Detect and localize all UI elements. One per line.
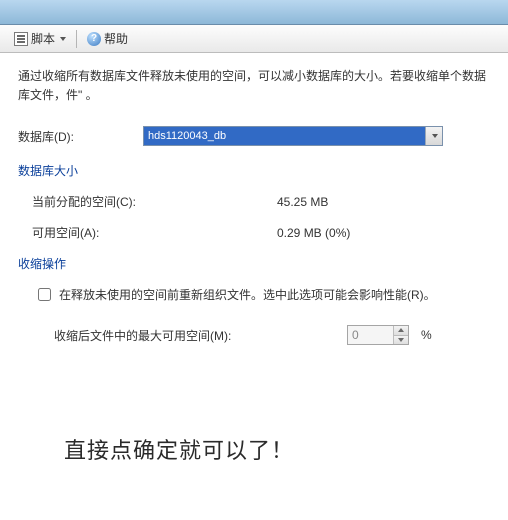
script-menu-label: 脚本 (31, 30, 55, 47)
script-menu[interactable]: 脚本 (8, 28, 72, 49)
shrink-section-header: 收缩操作 (18, 255, 490, 272)
max-space-row: 收缩后文件中的最大可用空间(M): % (54, 325, 490, 345)
max-space-spinner[interactable] (347, 325, 409, 345)
help-menu-label: 帮助 (104, 30, 128, 47)
allocated-space-row: 当前分配的空间(C): 45.25 MB (32, 193, 490, 210)
database-row: 数据库(D): hds1120043_db (18, 126, 490, 146)
intro-text: 通过收缩所有数据库文件释放未使用的空间，可以减小数据库的大小。若要收缩单个数据库… (18, 67, 490, 104)
database-select-value: hds1120043_db (144, 127, 425, 145)
reorganize-checkbox[interactable] (38, 288, 51, 301)
database-select-button[interactable] (425, 127, 442, 145)
dialog-content: 通过收缩所有数据库文件释放未使用的空间，可以减小数据库的大小。若要收缩单个数据库… (0, 53, 508, 475)
available-space-label: 可用空间(A): (32, 224, 277, 241)
available-space-value: 0.29 MB (0%) (277, 226, 350, 240)
spinner-down-button[interactable] (394, 336, 408, 345)
toolbar-separator (76, 30, 77, 48)
allocated-space-value: 45.25 MB (277, 195, 328, 209)
max-space-label: 收缩后文件中的最大可用空间(M): (54, 327, 339, 344)
database-label: 数据库(D): (18, 128, 143, 145)
reorganize-label: 在释放未使用的空间前重新组织文件。选中此选项可能会影响性能(R)。 (59, 286, 436, 303)
help-icon: ? (87, 32, 101, 46)
max-space-input[interactable] (348, 326, 393, 344)
script-icon (14, 32, 28, 46)
toolbar: 脚本 ? 帮助 (0, 25, 508, 53)
database-select[interactable]: hds1120043_db (143, 126, 443, 146)
chevron-down-icon (60, 37, 66, 41)
window-titlebar (0, 0, 508, 25)
spinner-buttons (393, 326, 408, 344)
available-space-row: 可用空间(A): 0.29 MB (0%) (32, 224, 490, 241)
spinner-up-button[interactable] (394, 326, 408, 336)
chevron-down-icon (432, 134, 438, 138)
help-menu[interactable]: ? 帮助 (81, 28, 134, 49)
reorganize-row: 在释放未使用的空间前重新组织文件。选中此选项可能会影响性能(R)。 (38, 286, 490, 303)
chevron-up-icon (398, 328, 404, 332)
allocated-space-label: 当前分配的空间(C): (32, 193, 277, 210)
annotation-text: 直接点确定就可以了！ (64, 433, 490, 465)
percent-symbol: % (421, 328, 432, 342)
size-section-header: 数据库大小 (18, 162, 490, 179)
chevron-down-icon (398, 338, 404, 342)
